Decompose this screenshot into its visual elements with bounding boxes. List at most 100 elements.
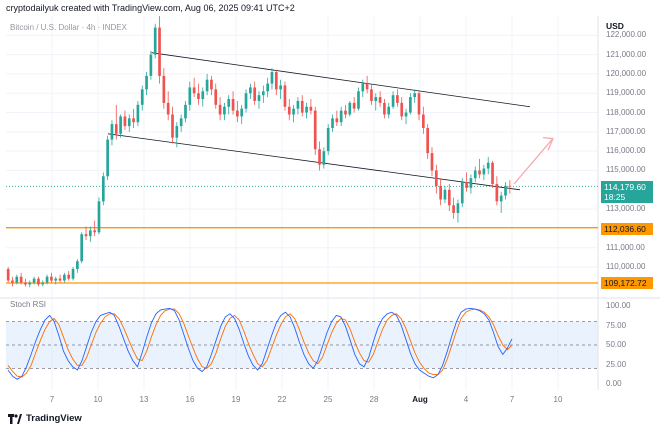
candle-body [41, 282, 45, 285]
candle-body [11, 280, 14, 283]
candle-body [261, 91, 265, 96]
candle-body [378, 97, 382, 103]
candle-body [58, 278, 62, 281]
candle-body [101, 176, 105, 202]
price-tick-label: 115,000.00 [606, 165, 646, 175]
candle-body [313, 110, 317, 150]
candle-body [110, 124, 114, 140]
candle-body [352, 102, 356, 109]
stoch-tick-label: 25.00 [606, 359, 627, 369]
projection-arrow-line [513, 139, 553, 185]
candle-body [45, 276, 49, 283]
candle-body [499, 195, 503, 202]
stoch-tick-label: 100.00 [606, 301, 631, 310]
candle-body [292, 108, 295, 115]
candle-body [214, 89, 218, 105]
candle-body [331, 118, 334, 128]
price-tick-label: 121,000.00 [606, 49, 647, 59]
candle-body [426, 128, 430, 154]
candle-body [318, 149, 321, 165]
support-level-2-label: 109,172.72 [601, 277, 653, 289]
candle-body [32, 278, 36, 283]
candle-body [465, 182, 468, 188]
time-tick-label: 10 [553, 395, 563, 404]
candle-body [391, 95, 395, 107]
candle-body [19, 276, 23, 283]
price-tick-label: 118,000.00 [606, 107, 646, 117]
candle-body [309, 106, 313, 111]
candle-body [223, 106, 226, 115]
candle-body [166, 102, 170, 115]
candle-body [344, 110, 347, 115]
candle-body [210, 79, 213, 90]
candle-body [417, 93, 421, 115]
price-tick-label: 111,000.00 [606, 242, 645, 252]
price-chart-canvas[interactable] [0, 0, 660, 429]
candle-body [54, 278, 58, 281]
time-tick-label: 22 [277, 395, 287, 404]
candle-body [370, 89, 373, 101]
candle-body [300, 100, 304, 113]
candle-body [396, 95, 399, 103]
candle-body [162, 75, 166, 103]
candle-body [383, 102, 386, 115]
stoch-tick-label: 50.00 [606, 340, 627, 349]
candle-body [123, 116, 127, 127]
current-price-label: 114,179.60 18:25 [601, 181, 653, 203]
candle-body [132, 118, 135, 123]
candle-body [274, 72, 278, 90]
time-tick-label: 7 [509, 395, 515, 404]
candle-body [50, 276, 53, 281]
candle-body [97, 201, 101, 233]
candle-body [205, 79, 209, 92]
candle-body [93, 230, 96, 233]
candle-body [283, 85, 287, 107]
time-tick-label: 7 [49, 395, 55, 404]
candle-body [227, 99, 231, 107]
candle-body [447, 189, 451, 206]
candle-body [257, 95, 261, 101]
stoch-rsi-title[interactable]: Stoch RSI [10, 300, 46, 309]
candle-body [24, 282, 27, 285]
candle-body [28, 282, 32, 285]
candle-body [404, 112, 408, 117]
candle-body [335, 118, 339, 123]
candle-body [374, 97, 378, 101]
price-tick-label: 117,000.00 [606, 126, 646, 136]
candle-body [430, 153, 434, 171]
candle-body [231, 99, 235, 111]
candle-body [136, 104, 140, 123]
candle-body [67, 274, 71, 279]
candle-body [188, 87, 192, 105]
candle-body [88, 230, 92, 237]
candle-body [434, 170, 438, 186]
candle-body [6, 268, 10, 281]
time-tick-label: 10 [93, 395, 103, 404]
price-tick-label: 110,000.00 [606, 262, 646, 272]
candle-body [37, 278, 40, 285]
candle-body [422, 114, 425, 128]
time-tick-label: 13 [139, 395, 149, 404]
candle-body [236, 110, 239, 117]
candle-body [184, 104, 187, 119]
candle-body [478, 170, 481, 175]
candle-body [365, 83, 369, 90]
candle-body [201, 91, 205, 100]
candle-body [244, 93, 248, 109]
candle-body [106, 139, 109, 177]
tradingview-branding[interactable]: TradingView [8, 413, 82, 424]
candle-body [76, 261, 79, 269]
chart-frame: cryptodailyuk created with TradingView.c… [0, 0, 660, 429]
symbol-title[interactable]: Bitcoin / U.S. Dollar · 4h · INDEX [10, 23, 127, 32]
candle-body [192, 87, 196, 94]
candle-countdown: 18:25 [604, 192, 626, 202]
price-tick-label: 113,000.00 [606, 204, 646, 214]
time-tick-label: 19 [231, 395, 241, 404]
candle-body [439, 185, 442, 200]
time-tick-label: Aug [412, 395, 428, 404]
tradingview-brand-text: TradingView [26, 413, 82, 424]
candle-body [504, 185, 507, 196]
candle-body [443, 189, 447, 200]
candle-body [171, 114, 174, 138]
candle-body [409, 97, 412, 113]
